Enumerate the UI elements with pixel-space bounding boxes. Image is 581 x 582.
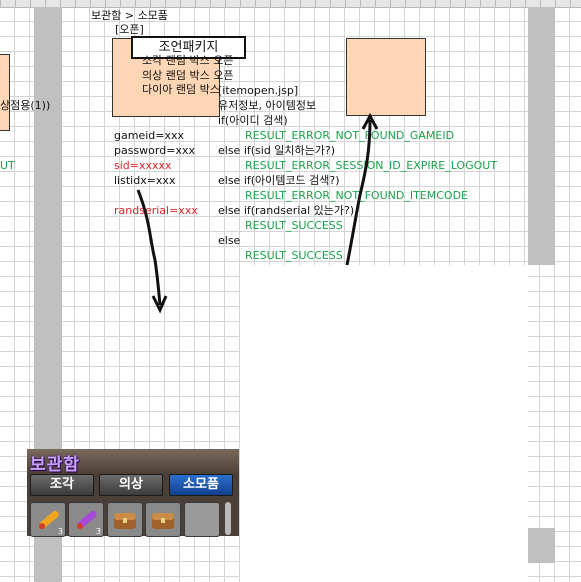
inventory-slot[interactable]: 3 bbox=[30, 502, 66, 537]
inventory-slot[interactable]: 3 bbox=[68, 502, 104, 537]
inventory-slot[interactable] bbox=[145, 502, 181, 537]
treasure-chest-icon bbox=[114, 513, 136, 529]
inventory-slot[interactable] bbox=[107, 502, 143, 537]
panel-scrollbar[interactable] bbox=[225, 502, 231, 535]
down-arrow-line bbox=[136, 189, 162, 306]
up-arrow-line bbox=[345, 119, 372, 266]
panel-title: 보관함 bbox=[30, 455, 80, 475]
treasure-chest-icon bbox=[152, 513, 174, 529]
storage-panel: 보관함 조각 의상 소모품 3 3 bbox=[27, 449, 239, 537]
inventory-slot-empty[interactable] bbox=[184, 502, 220, 537]
tab-consumables[interactable]: 소모품 bbox=[169, 474, 233, 496]
tab-costume[interactable]: 의상 bbox=[99, 474, 163, 496]
tab-fragments[interactable]: 조각 bbox=[30, 474, 94, 496]
